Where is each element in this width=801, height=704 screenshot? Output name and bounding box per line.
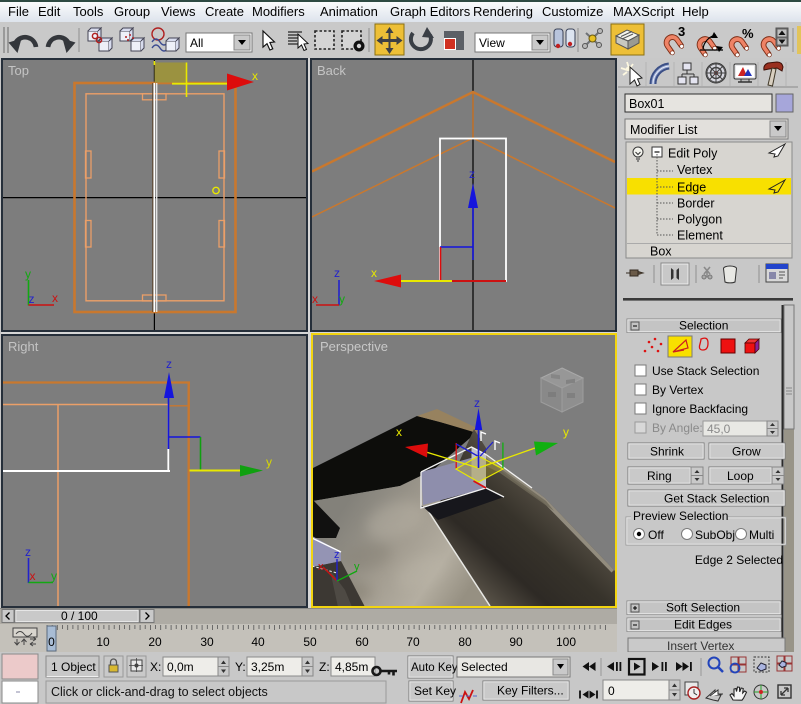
svg-text:30: 30 xyxy=(200,635,214,649)
svg-text:Z:: Z: xyxy=(319,660,330,674)
svg-text:Auto Key: Auto Key xyxy=(411,662,458,674)
svg-text:Click or click-and-drag to sel: Click or click-and-drag to select object… xyxy=(51,685,268,699)
svg-text:Ignore Backfacing: Ignore Backfacing xyxy=(652,402,748,416)
svg-text:By Angle:: By Angle: xyxy=(652,421,703,435)
svg-text:Edge 2 Selected: Edge 2 Selected xyxy=(695,553,783,567)
svg-text:100: 100 xyxy=(556,635,576,649)
svg-text:Preview Selection: Preview Selection xyxy=(633,509,728,523)
svg-text:Y:: Y: xyxy=(235,660,246,674)
svg-text:0: 0 xyxy=(608,684,615,698)
svg-text:x: x xyxy=(396,425,402,439)
svg-text:Ring: Ring xyxy=(647,469,672,483)
svg-text:Back: Back xyxy=(317,63,346,78)
svg-text:Element: Element xyxy=(677,229,723,243)
svg-text:Off: Off xyxy=(648,528,664,542)
svg-text:50: 50 xyxy=(303,635,317,649)
svg-text:4,85m: 4,85m xyxy=(335,660,368,674)
svg-text:X:: X: xyxy=(150,660,161,674)
svg-text:0: 0 xyxy=(48,635,55,649)
svg-text:By Vertex: By Vertex xyxy=(652,383,703,397)
svg-text:Selected: Selected xyxy=(461,660,508,674)
svg-text:z: z xyxy=(29,292,35,306)
svg-text:Edge: Edge xyxy=(677,181,706,195)
svg-text:Box01: Box01 xyxy=(629,97,664,111)
svg-text:z: z xyxy=(474,396,480,410)
svg-text:0,0m: 0,0m xyxy=(167,660,194,674)
svg-text:Right: Right xyxy=(8,339,39,354)
svg-text:45,0: 45,0 xyxy=(707,422,731,436)
svg-text:0 / 100: 0 / 100 xyxy=(61,609,98,623)
svg-text:Loop: Loop xyxy=(727,469,754,483)
svg-text:80: 80 xyxy=(458,635,472,649)
svg-text:10: 10 xyxy=(96,635,110,649)
svg-text:70: 70 xyxy=(406,635,420,649)
svg-text:Top: Top xyxy=(8,63,29,78)
svg-text:z: z xyxy=(469,167,475,181)
svg-text:y: y xyxy=(266,455,272,469)
svg-text:Grow: Grow xyxy=(732,445,761,459)
svg-text:20: 20 xyxy=(148,635,162,649)
svg-text:z: z xyxy=(334,266,340,280)
svg-text:Vertex: Vertex xyxy=(677,163,713,177)
svg-text:90: 90 xyxy=(509,635,523,649)
svg-text:Get Stack Selection: Get Stack Selection xyxy=(664,492,769,506)
svg-text:Set Key: Set Key xyxy=(414,684,456,698)
svg-text:Box: Box xyxy=(650,245,672,259)
svg-text:Key Filters...: Key Filters... xyxy=(497,684,564,698)
svg-text:z: z xyxy=(25,545,31,559)
svg-text:Modifier List: Modifier List xyxy=(630,123,698,137)
svg-text:60: 60 xyxy=(355,635,369,649)
svg-text:y: y xyxy=(51,569,57,583)
svg-text:x: x xyxy=(52,291,58,305)
svg-text:Shrink: Shrink xyxy=(650,445,685,459)
svg-text:y: y xyxy=(563,425,569,439)
svg-text:Border: Border xyxy=(677,197,715,211)
svg-text:Use Stack Selection: Use Stack Selection xyxy=(652,364,759,378)
svg-text:x: x xyxy=(30,569,36,583)
svg-text:y: y xyxy=(339,292,345,306)
svg-text:y: y xyxy=(25,267,31,281)
svg-text:x: x xyxy=(371,266,377,280)
svg-text:z: z xyxy=(166,357,172,371)
svg-text:Perspective: Perspective xyxy=(320,339,388,354)
svg-text:Polygon: Polygon xyxy=(677,213,722,227)
svg-text:Selection: Selection xyxy=(679,319,728,333)
svg-text:Multi: Multi xyxy=(749,528,774,542)
svg-text:x: x xyxy=(252,69,258,83)
svg-text:3,25m: 3,25m xyxy=(251,660,284,674)
svg-text:z: z xyxy=(334,549,340,561)
svg-text:Edit Poly: Edit Poly xyxy=(668,147,718,161)
svg-text:1 Object: 1 Object xyxy=(51,660,96,674)
svg-text:y: y xyxy=(354,561,360,573)
svg-text:SubObj: SubObj xyxy=(695,528,735,542)
svg-text:x: x xyxy=(312,292,318,306)
svg-text:40: 40 xyxy=(251,635,265,649)
svg-text:x: x xyxy=(318,561,324,573)
